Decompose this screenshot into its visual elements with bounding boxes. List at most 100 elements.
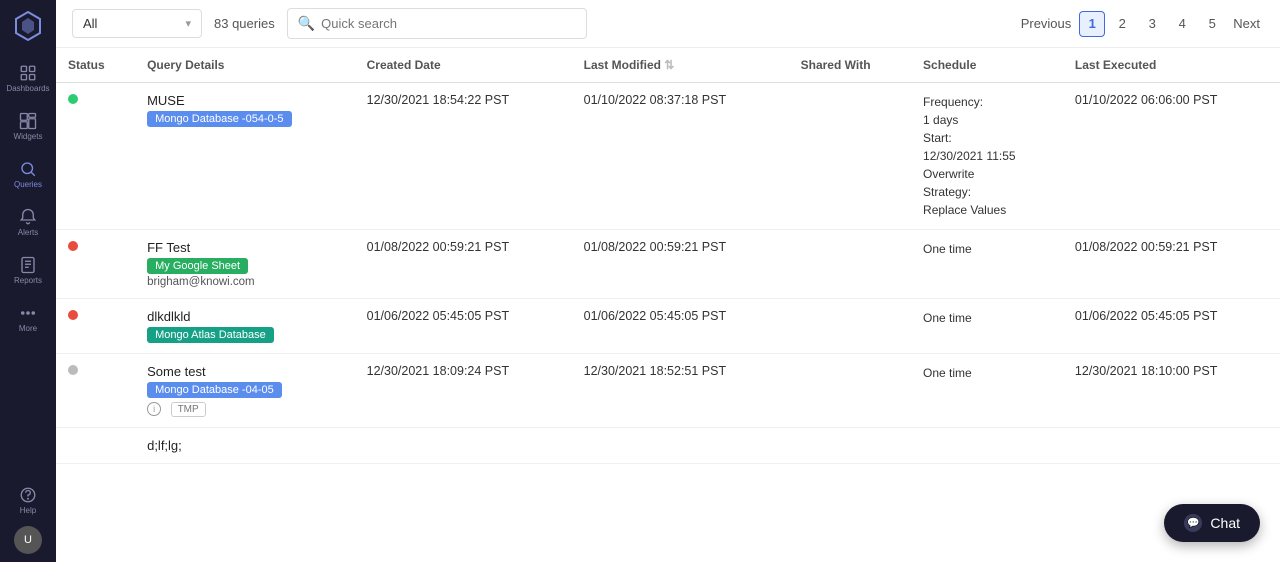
table-row: MUSE Mongo Database -054-0-5 12/30/2021 … [56, 83, 1280, 230]
chat-label: Chat [1210, 515, 1240, 531]
query-details-cell: d;lf;lg; [135, 428, 355, 464]
sidebar-item-more[interactable]: More [6, 296, 50, 340]
tmp-tag: TMP [171, 402, 206, 417]
created-date-cell: 12/30/2021 18:09:24 PST [355, 354, 572, 428]
sidebar-item-help-label: Help [20, 506, 36, 515]
table-row: Some test Mongo Database -04-05 i TMP 12… [56, 354, 1280, 428]
info-icon: i [147, 402, 161, 416]
sidebar-item-widgets[interactable]: Widgets [6, 104, 50, 148]
status-dot [68, 365, 78, 375]
sidebar-item-reports-label: Reports [14, 276, 42, 285]
query-name[interactable]: FF Test [147, 240, 343, 255]
table-row: d;lf;lg; [56, 428, 1280, 464]
query-name[interactable]: d;lf;lg; [147, 438, 343, 453]
sidebar-item-help[interactable]: Help [6, 478, 50, 522]
col-status: Status [56, 48, 135, 83]
status-dot [68, 94, 78, 104]
filter-chevron-icon: ▾ [185, 17, 191, 30]
schedule-detail: One time [923, 364, 1051, 382]
shared-with-cell [789, 299, 911, 354]
last-modified-cell [572, 428, 789, 464]
toolbar: All ▾ 83 queries 🔍 Previous 1 2 3 4 5 Ne… [56, 0, 1280, 48]
query-count: 83 queries [214, 16, 275, 31]
avatar[interactable]: U [14, 526, 42, 554]
filter-dropdown[interactable]: All ▾ [72, 9, 202, 38]
last-executed-cell: 01/08/2022 00:59:21 PST [1063, 230, 1280, 299]
sidebar-item-alerts[interactable]: Alerts [6, 200, 50, 244]
status-dot [68, 310, 78, 320]
last-executed-cell: 01/10/2022 06:06:00 PST [1063, 83, 1280, 230]
schedule-cell: One time [911, 354, 1063, 428]
last-executed-cell [1063, 428, 1280, 464]
filter-value: All [83, 16, 97, 31]
schedule-detail: One time [923, 309, 1051, 327]
shared-email: brigham@knowi.com [147, 276, 343, 288]
sidebar-item-queries-label: Queries [14, 180, 42, 189]
created-date-cell: 01/06/2022 05:45:05 PST [355, 299, 572, 354]
status-cell [56, 83, 135, 230]
query-name[interactable]: dlkdlkld [147, 309, 343, 324]
status-cell [56, 354, 135, 428]
page-1[interactable]: 1 [1079, 11, 1105, 37]
col-last-executed: Last Executed [1063, 48, 1280, 83]
table-container: Status Query Details Created Date Last M… [56, 48, 1280, 562]
logo[interactable] [10, 8, 46, 44]
queries-table: Status Query Details Created Date Last M… [56, 48, 1280, 464]
sidebar-item-queries[interactable]: Queries [6, 152, 50, 196]
schedule-cell [911, 428, 1063, 464]
shared-with-cell [789, 83, 911, 230]
sidebar: Dashboards Widgets Queries Alerts Report… [0, 0, 56, 562]
chat-icon: 💬 [1184, 514, 1202, 532]
query-details-cell: Some test Mongo Database -04-05 i TMP [135, 354, 355, 428]
sidebar-item-alerts-label: Alerts [18, 228, 38, 237]
created-date-cell: 12/30/2021 18:54:22 PST [355, 83, 572, 230]
pagination: Previous 1 2 3 4 5 Next [1017, 11, 1264, 37]
table-row: FF Test My Google Sheet brigham@knowi.co… [56, 230, 1280, 299]
query-name[interactable]: MUSE [147, 93, 343, 108]
query-badge: Mongo Database -054-0-5 [147, 111, 291, 127]
query-name[interactable]: Some test [147, 364, 343, 379]
status-cell [56, 299, 135, 354]
sidebar-item-more-label: More [19, 324, 37, 333]
sidebar-item-dashboards[interactable]: Dashboards [6, 56, 50, 100]
search-icon: 🔍 [298, 15, 315, 32]
page-5[interactable]: 5 [1199, 11, 1225, 37]
last-modified-cell: 01/08/2022 00:59:21 PST [572, 230, 789, 299]
status-cell [56, 230, 135, 299]
page-2[interactable]: 2 [1109, 11, 1135, 37]
col-schedule: Schedule [911, 48, 1063, 83]
query-badge: Mongo Database -04-05 [147, 382, 282, 398]
query-details-cell: FF Test My Google Sheet brigham@knowi.co… [135, 230, 355, 299]
query-details-cell: dlkdlkld Mongo Atlas Database [135, 299, 355, 354]
search-input[interactable] [321, 16, 576, 31]
schedule-cell: One time [911, 299, 1063, 354]
created-date-cell [355, 428, 572, 464]
chat-button[interactable]: 💬 Chat [1164, 504, 1260, 542]
col-created-date: Created Date [355, 48, 572, 83]
sidebar-item-dashboards-label: Dashboards [6, 84, 49, 93]
page-3[interactable]: 3 [1139, 11, 1165, 37]
last-executed-cell: 01/06/2022 05:45:05 PST [1063, 299, 1280, 354]
main-content: All ▾ 83 queries 🔍 Previous 1 2 3 4 5 Ne… [56, 0, 1280, 562]
last-modified-cell: 01/10/2022 08:37:18 PST [572, 83, 789, 230]
shared-with-cell [789, 354, 911, 428]
shared-with-cell [789, 230, 911, 299]
table-row: dlkdlkld Mongo Atlas Database 01/06/2022… [56, 299, 1280, 354]
col-shared-with: Shared With [789, 48, 911, 83]
prev-button[interactable]: Previous [1017, 14, 1076, 33]
status-cell [56, 428, 135, 464]
schedule-detail: One time [923, 240, 1051, 258]
schedule-cell: One time [911, 230, 1063, 299]
search-box[interactable]: 🔍 [287, 8, 587, 39]
sidebar-item-widgets-label: Widgets [14, 132, 43, 141]
query-details-cell: MUSE Mongo Database -054-0-5 [135, 83, 355, 230]
col-last-modified: Last Modified ⇅ [572, 48, 789, 83]
schedule-cell: Frequency:1 daysStart:12/30/2021 11:55Ov… [911, 83, 1063, 230]
status-dot [68, 241, 78, 251]
page-4[interactable]: 4 [1169, 11, 1195, 37]
shared-with-cell [789, 428, 911, 464]
query-badge: My Google Sheet [147, 258, 248, 274]
sidebar-item-reports[interactable]: Reports [6, 248, 50, 292]
next-button[interactable]: Next [1229, 14, 1264, 33]
last-modified-cell: 01/06/2022 05:45:05 PST [572, 299, 789, 354]
